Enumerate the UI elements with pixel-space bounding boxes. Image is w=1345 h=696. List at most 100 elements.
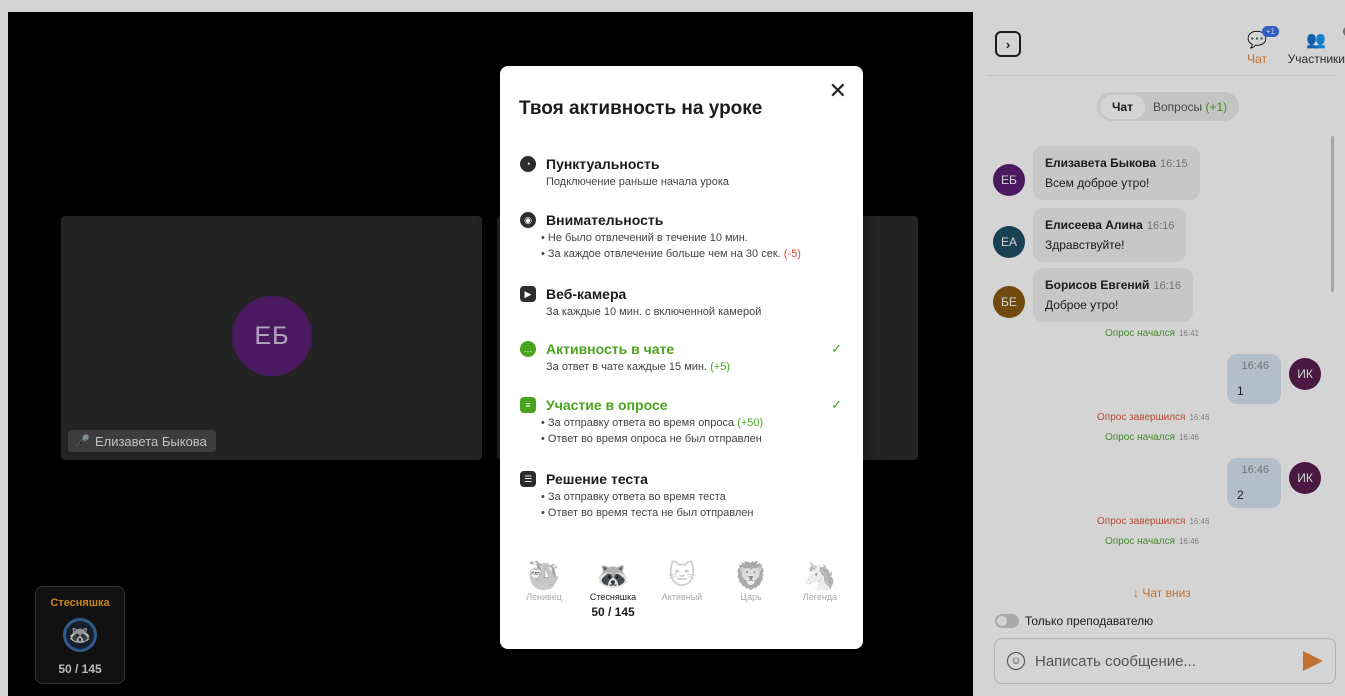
mic-off-icon: 🎤 bbox=[75, 434, 90, 448]
system-time: 16:46 bbox=[1189, 413, 1210, 422]
teacher-only-label: Только преподавателю bbox=[1025, 614, 1154, 628]
teacher-only-toggle[interactable] bbox=[995, 614, 1019, 628]
criterion-desc-text: За ответ в чате каждые 15 мин. bbox=[546, 361, 708, 373]
system-text: Опрос начался bbox=[1105, 432, 1175, 443]
activity-modal: Твоя активность на уроке ✕ ◔ Пунктуальнос… bbox=[500, 66, 863, 649]
list-item: 16:46 1 ИК bbox=[1227, 354, 1321, 404]
avatar: ЕА bbox=[993, 226, 1025, 258]
level-label: Легенда bbox=[802, 592, 838, 602]
cat-icon: 🐱 bbox=[667, 560, 697, 590]
collapse-panel-button[interactable]: › bbox=[995, 31, 1021, 57]
camera-icon: ▶ bbox=[520, 286, 536, 302]
message-input[interactable] bbox=[1035, 652, 1293, 670]
tab-participants[interactable]: 👥5 Участники bbox=[1288, 26, 1345, 66]
list-item: ЕБ Елизавета Быкова 16:15 Всем доброе утр… bbox=[993, 146, 1200, 200]
modal-title: Твоя активность на уроке bbox=[519, 98, 763, 119]
level-label: Активный bbox=[661, 592, 703, 602]
system-message: Опрос завершился 16:46 bbox=[1097, 516, 1209, 527]
message-composer: ☺ bbox=[994, 638, 1336, 684]
emoji-icon[interactable]: ☺ bbox=[1007, 652, 1025, 670]
avatar: БЕ bbox=[993, 286, 1025, 318]
criterion-desc: • Ответ во время теста не был отправлен bbox=[541, 507, 754, 519]
points-earned: (+5) bbox=[710, 361, 730, 373]
tab-chat[interactable]: 💬 +1 Чат bbox=[1247, 26, 1279, 66]
criterion-desc: • За каждое отвлечение больше чем на 30 … bbox=[541, 248, 846, 260]
chat-questions-switch: Чат Вопросы (+1) bbox=[1097, 92, 1239, 121]
message-text: Доброе утро! bbox=[1045, 298, 1119, 312]
checkmark-icon: ✓ bbox=[831, 397, 842, 412]
segment-questions[interactable]: Вопросы (+1) bbox=[1145, 100, 1235, 114]
level-active: 🐱 Активный bbox=[652, 560, 712, 619]
criterion-title: Веб-камера bbox=[546, 286, 627, 302]
chat-bubble-icon: … bbox=[520, 341, 536, 357]
level-sloth: 🦥 Ленивец bbox=[514, 560, 574, 619]
level-label: Стесняшка bbox=[589, 592, 637, 602]
message-time: 16:46 bbox=[1241, 360, 1269, 372]
chat-panel: › 💬+1 Чат 👥5 Участники Чат Вопросы (+1) … bbox=[973, 0, 1345, 696]
lion-icon: 🦁 bbox=[734, 561, 768, 591]
own-message-bubble: 16:46 2 bbox=[1227, 458, 1281, 508]
message-text: 1 bbox=[1237, 384, 1244, 398]
message-time: 16:16 bbox=[1153, 280, 1181, 292]
system-text: Опрос начался bbox=[1105, 536, 1175, 547]
message-bubble: Борисов Евгений 16:16 Доброе утро! bbox=[1033, 268, 1193, 322]
criterion-title: Внимательность bbox=[546, 212, 664, 228]
criterion-desc: • Не было отвлечений в течение 10 мин. bbox=[541, 232, 748, 244]
message-time: 16:16 bbox=[1146, 220, 1175, 232]
message-text: Всем доброе утро! bbox=[1045, 176, 1150, 190]
avatar: ИК bbox=[1289, 462, 1321, 494]
criterion-test: ☰ Решение теста • За отправку ответа во в… bbox=[520, 471, 846, 519]
criterion-desc: • За отправку ответа во время теста bbox=[541, 491, 726, 503]
system-time: 16:46 bbox=[1178, 433, 1200, 442]
system-message: Опрос завершился 16:46 bbox=[1097, 412, 1209, 423]
checkmark-icon: ✓ bbox=[831, 341, 842, 356]
system-message: Опрос начался 16:41 bbox=[1105, 328, 1199, 339]
criterion-punctuality: ◔ Пунктуальность Подключение раньше начал… bbox=[520, 156, 846, 188]
message-bubble: Елисеева Алина 16:16 Здравствуйте! bbox=[1033, 208, 1187, 262]
raccoon-icon: 🦝 bbox=[596, 561, 630, 591]
system-text: Опрос завершился bbox=[1097, 516, 1186, 527]
criterion-desc: • За отправку ответа во время опроса (+5… bbox=[541, 417, 846, 429]
message-text: 2 bbox=[1237, 488, 1244, 502]
level-king: 🦁 Царь bbox=[721, 560, 781, 619]
criterion-title: Активность в чате bbox=[546, 341, 675, 357]
criterion-chat-activity: … Активность в чате ✓ За ответ в чате кажд… bbox=[520, 341, 846, 373]
message-author: Борисов Евгений bbox=[1045, 278, 1150, 292]
jump-to-bottom-link[interactable]: ↓ Чат вниз bbox=[1133, 586, 1191, 600]
sloth-icon: 🦥 bbox=[527, 561, 561, 591]
clock-icon: ◔ bbox=[520, 156, 536, 172]
close-icon[interactable]: ✕ bbox=[829, 80, 847, 102]
criterion-title: Решение теста bbox=[546, 471, 648, 487]
participant-name-tag: 🎤 Елизавета Быкова bbox=[68, 430, 216, 452]
list-item: ЕА Елисеева Алина 16:16 Здравствуйте! bbox=[993, 208, 1187, 262]
scrollbar[interactable] bbox=[1331, 136, 1334, 292]
send-icon[interactable] bbox=[1303, 651, 1323, 671]
system-message: Опрос начался 16:46 bbox=[1105, 536, 1199, 547]
segment-chat[interactable]: Чат bbox=[1100, 94, 1145, 119]
chat-count-badge: +1 bbox=[1261, 26, 1279, 37]
system-message: Опрос начался 16:46 bbox=[1105, 432, 1199, 443]
system-text: Опрос начался bbox=[1105, 328, 1175, 339]
message-time: 16:15 bbox=[1160, 158, 1188, 170]
criterion-title: Пунктуальность bbox=[546, 156, 660, 172]
level-label: Царь bbox=[740, 592, 762, 602]
criterion-desc: Подключение раньше начала урока bbox=[546, 176, 730, 188]
system-text: Опрос завершился bbox=[1097, 412, 1186, 423]
participant-name: Елизавета Быкова bbox=[94, 433, 207, 449]
criterion-title: Участие в опросе bbox=[546, 397, 668, 413]
message-text: Здравствуйте! bbox=[1045, 238, 1125, 252]
chat-icon: 💬 +1 bbox=[1247, 26, 1279, 50]
message-bubble: Елизавета Быкова 16:15 Всем доброе утро! bbox=[1033, 146, 1200, 200]
message-list[interactable]: ЕБ Елизавета Быкова 16:15 Всем доброе утр… bbox=[987, 140, 1327, 570]
level-label: Ленивец bbox=[526, 592, 562, 602]
poll-icon: ≡ bbox=[520, 397, 536, 413]
activity-badge[interactable]: Стесняшка 🦝 50 / 145 bbox=[35, 586, 125, 684]
panel-header: › 💬+1 Чат 👥5 Участники bbox=[987, 0, 1345, 76]
system-time: 16:41 bbox=[1178, 329, 1200, 338]
criterion-desc: • Ответ во время опроса не был отправлен bbox=[541, 433, 762, 445]
teacher-only-toggle-row: Только преподавателю bbox=[995, 614, 1153, 628]
list-item: 16:46 2 ИК bbox=[1227, 458, 1321, 508]
criterion-poll: ≡ Участие в опросе ✓ • За отправку ответа … bbox=[520, 397, 846, 445]
criterion-desc-text: • За отправку ответа во время опроса bbox=[541, 417, 735, 429]
participant-tile[interactable]: ЕБ 🎤 Елизавета Быкова bbox=[61, 216, 482, 460]
